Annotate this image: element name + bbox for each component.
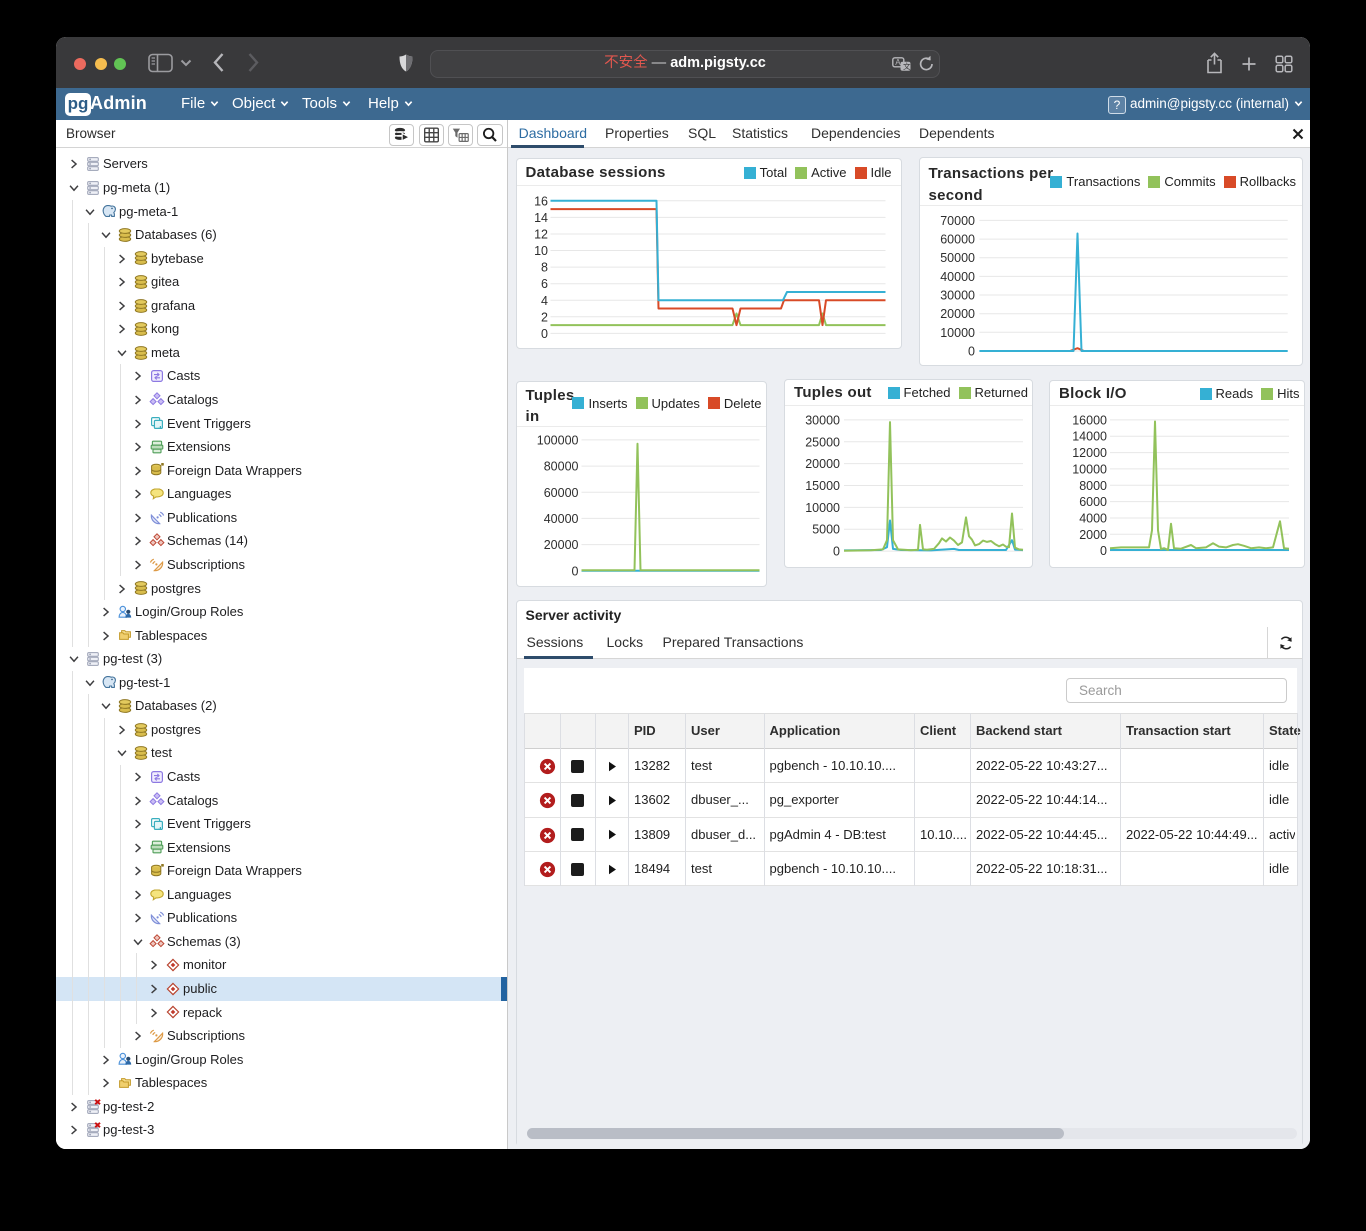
svg-text:5000: 5000	[812, 523, 840, 537]
svg-text:60000: 60000	[940, 233, 975, 247]
svg-text:4000: 4000	[1079, 512, 1107, 526]
svg-text:14000: 14000	[1072, 430, 1107, 444]
svg-text:6000: 6000	[1079, 495, 1107, 509]
svg-text:16000: 16000	[1072, 413, 1107, 427]
svg-text:8: 8	[541, 261, 548, 275]
svg-text:2000: 2000	[1079, 528, 1107, 542]
svg-text:60000: 60000	[543, 485, 578, 499]
svg-text:4: 4	[541, 294, 548, 308]
svg-text:20000: 20000	[543, 538, 578, 552]
svg-text:0: 0	[968, 345, 975, 359]
svg-text:6: 6	[541, 277, 548, 291]
svg-text:0: 0	[1100, 544, 1107, 558]
svg-text:10000: 10000	[940, 326, 975, 340]
svg-text:80000: 80000	[543, 459, 578, 473]
svg-text:16: 16	[534, 194, 548, 208]
svg-text:20000: 20000	[940, 307, 975, 321]
svg-text:40000: 40000	[940, 270, 975, 284]
svg-text:8000: 8000	[1079, 479, 1107, 493]
svg-text:40000: 40000	[543, 511, 578, 525]
svg-text:2: 2	[541, 310, 548, 324]
svg-text:A: A	[895, 58, 901, 67]
svg-text:100000: 100000	[536, 433, 578, 447]
svg-text:50000: 50000	[940, 251, 975, 265]
svg-text:10000: 10000	[1072, 462, 1107, 476]
svg-text:0: 0	[833, 545, 840, 559]
svg-text:30000: 30000	[805, 413, 840, 427]
svg-text:文: 文	[903, 61, 911, 71]
svg-text:25000: 25000	[805, 435, 840, 449]
svg-text:12000: 12000	[1072, 446, 1107, 460]
svg-text:70000: 70000	[940, 214, 975, 228]
svg-text:20000: 20000	[805, 457, 840, 471]
svg-text:12: 12	[534, 228, 548, 242]
svg-text:30000: 30000	[940, 289, 975, 303]
svg-text:0: 0	[571, 564, 578, 578]
svg-text:15000: 15000	[805, 479, 840, 493]
svg-text:14: 14	[534, 211, 548, 225]
svg-text:10: 10	[534, 244, 548, 258]
svg-text:10000: 10000	[805, 501, 840, 515]
svg-text:0: 0	[541, 327, 548, 341]
